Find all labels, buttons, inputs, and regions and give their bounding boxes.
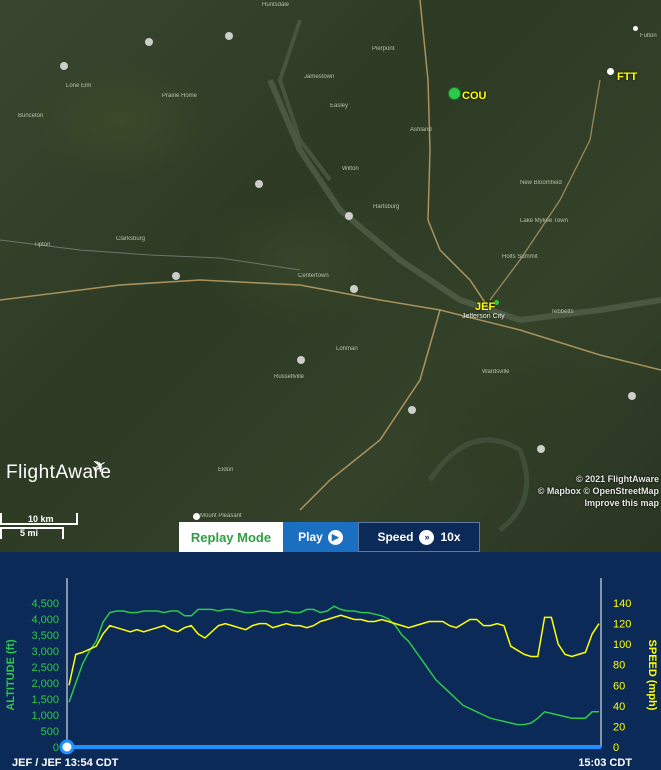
town-label: Lone Elm [66,83,92,89]
airport-label-ftt[interactable]: FTT [617,71,637,83]
town-label: Russellville [274,374,305,380]
town-label: Pierpont [372,46,395,52]
route-shield [172,272,180,280]
y-tick-label-right: 0 [613,742,619,754]
timeline-scrubber[interactable] [59,739,75,755]
y-axis-title-right: SPEED (mph) [646,640,658,711]
airport-label-cou[interactable]: COU [462,90,486,102]
route-shield [350,285,358,293]
y-tick-label-left: 2,000 [31,678,59,690]
town-label: Lake Mykee Town [520,218,568,224]
town-label: Hartsburg [373,204,400,210]
improve-map-link[interactable]: Improve this map [509,497,659,509]
route-shield [628,392,636,400]
town-label: Centertown [298,273,329,279]
y-tick-label-left: 4,000 [31,614,59,626]
replay-mode-label: Replay Mode [179,522,283,552]
y-tick-label-right: 20 [613,721,625,733]
route-shield [145,38,153,46]
speed-value: 10x [440,530,461,544]
y-tick-label-left: 4,500 [31,598,59,610]
town-label: Eldon [218,467,234,473]
y-tick-label-left: 1,500 [31,694,59,706]
play-label: Play [298,530,323,544]
y-tick-label-right: 80 [613,660,625,672]
route-shield [60,62,68,70]
y-tick-label-left: 2,500 [31,662,59,674]
town-label: Holts Summit [502,254,538,260]
y-tick-label-left: 3,500 [31,630,59,642]
route-shield [255,180,263,188]
town-label: Ashland [410,127,432,133]
airport-marker-cou[interactable] [448,87,461,100]
credit-flightaware[interactable]: © 2021 FlightAware [509,473,659,485]
town-label: Lohman [336,346,358,352]
speed-button[interactable]: Speed » 10x [358,522,480,552]
route-shield [537,445,545,453]
series-line-altitude [68,605,599,726]
map-credits: © 2021 FlightAware © Mapbox © OpenStreet… [509,473,659,509]
scale-label-km: 10 km [28,514,54,524]
credit-mapbox-osm[interactable]: © Mapbox © OpenStreetMap [509,485,659,497]
town-label: Wilton [342,166,359,172]
series-line-speed [68,614,600,686]
town-label: Huntsdale [262,2,290,8]
chart-svg: 4,500 4,000 3,500 3,000 2,500 2,000 1,500 1,000… [5,578,658,769]
play-icon: ▶ [327,529,343,545]
town-label: Jamestown [304,74,335,80]
y-tick-label-left: 3,000 [31,646,59,658]
town-label: Tebbetts [551,309,574,315]
town-label: Easley [330,103,349,109]
flight-profile-chart: 4,500 4,000 3,500 3,000 2,500 2,000 1,500 1,000… [0,552,661,770]
y-tick-label-right: 40 [613,701,625,713]
play-button[interactable]: Play ▶ [283,522,358,552]
y-tick-label-right: 100 [613,639,631,651]
town-label: Prairie Home [162,93,198,99]
y-tick-label-left: 500 [41,726,59,738]
speed-label: Speed [377,530,414,544]
town-label: Bunceton [18,113,44,119]
x-start-label: JEF / JEF 13:54 CDT [12,757,119,769]
airport-label-jef[interactable]: JEF [475,301,495,313]
replay-controls: Replay Mode Play ▶ Speed » 10x [179,522,480,552]
town-label: Wardsville [482,369,510,375]
y-tick-label-right: 60 [613,680,625,692]
x-end-label: 15:03 CDT [578,757,632,769]
town-label: Jefferson City [462,313,505,320]
town-label: Fulton [640,33,657,39]
town-label: Tipton [34,242,51,248]
route-shield [345,212,353,220]
route-shield [408,406,416,414]
fast-forward-icon: » [419,529,435,545]
airport-marker[interactable] [633,26,638,31]
airport-marker-ftt[interactable] [607,68,614,75]
town-label: Clarksburg [116,236,146,242]
route-shield [225,32,233,40]
y-tick-label-right: 140 [613,598,631,610]
airport-marker[interactable] [193,513,200,520]
map-scale: 10 km 5 mi [0,513,80,543]
y-tick-label-left: 0 [53,742,59,754]
route-shield [297,356,305,364]
y-axis-title-left: ALTITUDE (ft) [5,639,17,711]
y-tick-label-left: 1,000 [31,710,59,722]
flightaware-logo[interactable]: FlightAware ✈ [6,454,111,484]
scale-label-mi: 5 mi [20,528,39,538]
town-label: Mount Pleasant [200,513,242,519]
town-label: New Bloomfield [520,180,562,186]
y-tick-label-right: 120 [613,619,631,631]
flight-map[interactable]: Huntsdale Jamestown Prairie Home Pierpon… [0,0,661,552]
